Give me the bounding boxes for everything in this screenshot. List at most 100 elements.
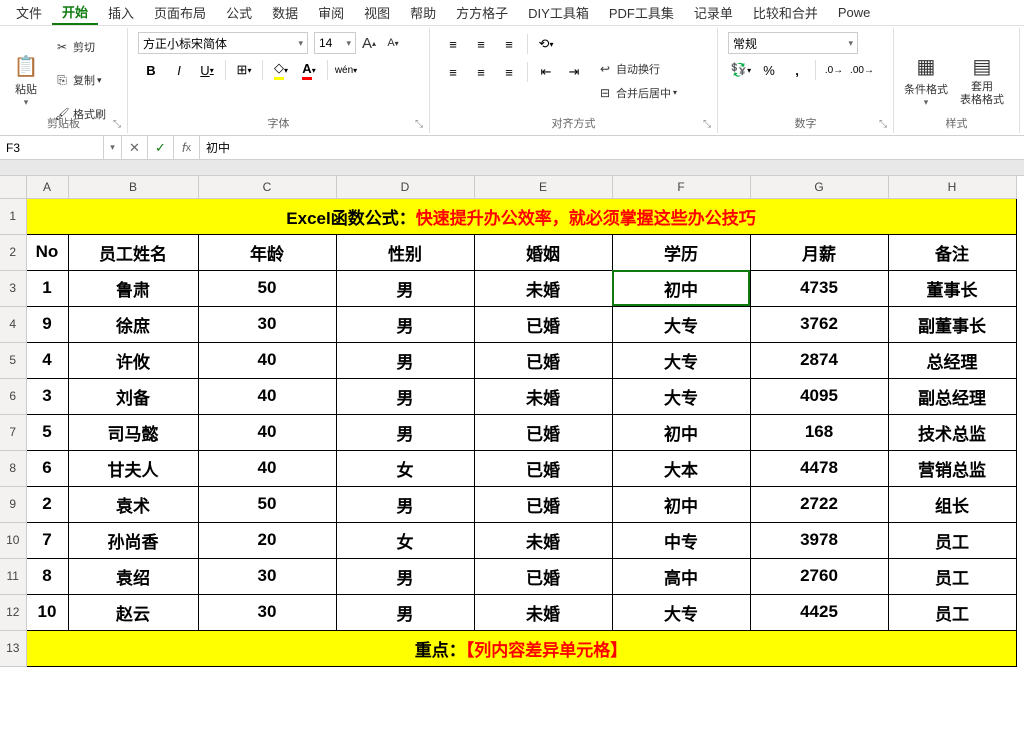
number-format-select[interactable]: 常规▾ [728,32,858,54]
cell-A6[interactable]: 3 [26,378,68,414]
cell-E12[interactable]: 未婚 [474,594,612,630]
increase-font-button[interactable]: A▴ [358,32,380,54]
menu-item-0[interactable]: 文件 [6,0,52,25]
table-header-4[interactable]: 婚姻 [474,234,612,270]
row-head-5[interactable]: 5 [0,342,26,378]
cell-B5[interactable]: 许攸 [68,342,198,378]
font-size-select[interactable]: 14▾ [314,32,356,54]
decrease-font-button[interactable]: A▾ [382,32,404,54]
font-name-select[interactable]: 方正小标宋简体▾ [138,32,308,54]
cell-E5[interactable]: 已婚 [474,342,612,378]
row-head-10[interactable]: 10 [0,522,26,558]
cell-F8[interactable]: 大本 [612,450,750,486]
accounting-format-button[interactable]: 💱▾ [728,58,754,82]
row-head-6[interactable]: 6 [0,378,26,414]
cell-C10[interactable]: 20 [198,522,336,558]
cell-C5[interactable]: 40 [198,342,336,378]
font-dialog-launcher[interactable]: ⤡ [415,119,427,131]
cell-E6[interactable]: 未婚 [474,378,612,414]
copy-button[interactable]: ⎘复制▾ [50,70,110,90]
cell-G10[interactable]: 3978 [750,522,888,558]
cell-F9[interactable]: 初中 [612,486,750,522]
confirm-formula-button[interactable]: ✓ [148,136,174,159]
cell-A12[interactable]: 10 [26,594,68,630]
cell-G7[interactable]: 168 [750,414,888,450]
align-center-button[interactable]: ≡ [468,60,494,84]
cell-E11[interactable]: 已婚 [474,558,612,594]
col-head-G[interactable]: G [750,176,888,198]
align-top-button[interactable]: ≡ [440,32,466,56]
formula-input[interactable]: 初中 [200,136,1024,159]
cell-G3[interactable]: 4735 [750,270,888,306]
cell-H6[interactable]: 副总经理 [888,378,1016,414]
menu-item-1[interactable]: 开始 [52,0,98,25]
menu-item-2[interactable]: 插入 [98,0,144,25]
cell-D8[interactable]: 女 [336,450,474,486]
cell-D4[interactable]: 男 [336,306,474,342]
footer-cell[interactable]: 重点：【列内容差异单元格】 [26,630,1016,666]
decrease-decimal-button[interactable]: .00→ [849,58,875,82]
col-head-A[interactable]: A [26,176,68,198]
cell-C9[interactable]: 50 [198,486,336,522]
menu-item-9[interactable]: 方方格子 [446,0,518,25]
menu-item-8[interactable]: 帮助 [400,0,446,25]
cell-H10[interactable]: 员工 [888,522,1016,558]
table-header-1[interactable]: 员工姓名 [68,234,198,270]
clipboard-dialog-launcher[interactable]: ⤡ [113,119,125,131]
cell-B3[interactable]: 鲁肃 [68,270,198,306]
cell-C6[interactable]: 40 [198,378,336,414]
cell-C11[interactable]: 30 [198,558,336,594]
row-head-9[interactable]: 9 [0,486,26,522]
cell-C8[interactable]: 40 [198,450,336,486]
row-head-7[interactable]: 7 [0,414,26,450]
cell-B10[interactable]: 孙尚香 [68,522,198,558]
cell-D6[interactable]: 男 [336,378,474,414]
alignment-dialog-launcher[interactable]: ⤡ [703,119,715,131]
cell-B4[interactable]: 徐庶 [68,306,198,342]
col-head-E[interactable]: E [474,176,612,198]
cell-D9[interactable]: 男 [336,486,474,522]
comma-button[interactable]: , [784,58,810,82]
menu-item-3[interactable]: 页面布局 [144,0,216,25]
col-head-D[interactable]: D [336,176,474,198]
col-head-C[interactable]: C [198,176,336,198]
cell-H4[interactable]: 副董事长 [888,306,1016,342]
table-header-6[interactable]: 月薪 [750,234,888,270]
cell-H9[interactable]: 组长 [888,486,1016,522]
cell-B9[interactable]: 袁术 [68,486,198,522]
banner-cell[interactable]: Excel函数公式：快速提升办公效率，就必须掌握这些办公技巧 [26,198,1016,234]
border-button[interactable]: ⊞▾ [231,58,257,82]
increase-indent-button[interactable]: ⇥ [561,60,587,84]
cell-C12[interactable]: 30 [198,594,336,630]
row-head-8[interactable]: 8 [0,450,26,486]
cell-G6[interactable]: 4095 [750,378,888,414]
italic-button[interactable]: I [166,58,192,82]
cell-G5[interactable]: 2874 [750,342,888,378]
table-header-5[interactable]: 学历 [612,234,750,270]
cell-B8[interactable]: 甘夫人 [68,450,198,486]
menu-item-6[interactable]: 审阅 [308,0,354,25]
cell-G11[interactable]: 2760 [750,558,888,594]
fill-color-button[interactable]: ◇▾ [268,58,294,82]
number-dialog-launcher[interactable]: ⤡ [879,119,891,131]
cell-A5[interactable]: 4 [26,342,68,378]
cell-F3[interactable]: 初中 [612,270,750,306]
cut-button[interactable]: ✂剪切 [50,37,110,57]
bold-button[interactable]: B [138,58,164,82]
cell-H3[interactable]: 董事长 [888,270,1016,306]
cell-B11[interactable]: 袁绍 [68,558,198,594]
row-head-2[interactable]: 2 [0,234,26,270]
menu-item-7[interactable]: 视图 [354,0,400,25]
cell-A9[interactable]: 2 [26,486,68,522]
cell-E7[interactable]: 已婚 [474,414,612,450]
cell-C3[interactable]: 50 [198,270,336,306]
row-head-11[interactable]: 11 [0,558,26,594]
cell-D12[interactable]: 男 [336,594,474,630]
cell-C4[interactable]: 30 [198,306,336,342]
font-color-button[interactable]: A▾ [296,58,322,82]
cell-H5[interactable]: 总经理 [888,342,1016,378]
row-head-4[interactable]: 4 [0,306,26,342]
cell-A3[interactable]: 1 [26,270,68,306]
name-box[interactable]: F3 [0,136,104,159]
cell-H8[interactable]: 营销总监 [888,450,1016,486]
